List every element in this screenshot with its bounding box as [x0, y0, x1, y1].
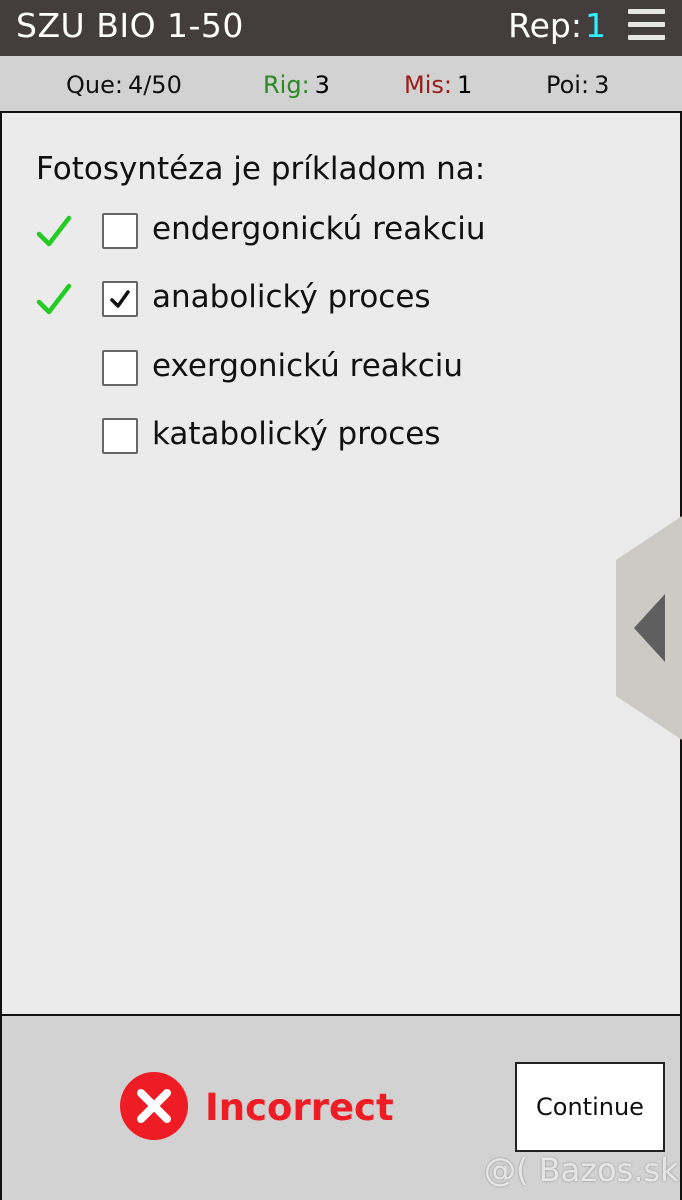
answer-checkbox-4[interactable] [102, 418, 138, 454]
answer-option-3[interactable]: exergonickú reakciu [2, 346, 602, 394]
answer-label-1: endergonickú reakciu [152, 211, 486, 247]
stat-right: Rig: 3 [263, 70, 330, 100]
stats-bar: Que: 4/50 Rig: 3 Mis: 1 Poi: 3 [0, 56, 682, 113]
answer-option-2[interactable]: anabolický proces [2, 277, 602, 325]
stat-points: Poi: 3 [546, 70, 609, 100]
correct-check-icon [36, 215, 72, 247]
stat-questions: Que: 4/50 [66, 70, 182, 100]
repetition-counter: Rep:1 [508, 4, 606, 48]
stat-right-label: Rig: [263, 71, 310, 99]
stat-mistakes-value: 1 [456, 71, 473, 99]
answer-option-1[interactable]: endergonickú reakciu [2, 209, 602, 257]
app-bar: SZU BIO 1-50 Rep:1 [0, 0, 682, 56]
stat-questions-label: Que: [66, 71, 123, 99]
checkmark-icon [110, 290, 130, 308]
app-title: SZU BIO 1-50 [16, 6, 244, 45]
answer-label-2: anabolický proces [152, 279, 431, 315]
answer-checkbox-1[interactable] [102, 213, 138, 249]
answer-option-4[interactable]: katabolický proces [2, 414, 602, 462]
stat-right-value: 3 [314, 71, 330, 99]
stat-questions-value: 4/50 [127, 71, 182, 99]
side-drawer-tab[interactable] [616, 516, 682, 740]
question-text: Fotosyntéza je príkladom na: [36, 151, 486, 187]
answer-checkbox-3[interactable] [102, 350, 138, 386]
correct-check-icon [36, 283, 72, 315]
hamburger-menu-icon[interactable] [628, 9, 665, 41]
answer-checkbox-2[interactable] [102, 281, 138, 317]
rep-value: 1 [585, 6, 606, 45]
continue-button[interactable]: Continue [515, 1062, 665, 1152]
stat-mistakes: Mis: 1 [404, 70, 472, 100]
question-panel: Fotosyntéza je príkladom na: endergonick… [0, 113, 682, 1016]
stat-points-value: 3 [594, 71, 610, 99]
stat-mistakes-label: Mis: [404, 71, 452, 99]
x-circle-icon [120, 1072, 188, 1140]
rep-label: Rep: [508, 6, 582, 45]
answer-label-3: exergonickú reakciu [152, 348, 464, 384]
watermark: @( Bazos.sk [484, 1151, 679, 1189]
stat-points-label: Poi: [546, 71, 590, 99]
result-status: Incorrect [205, 1086, 394, 1129]
answer-label-4: katabolický proces [152, 416, 441, 452]
